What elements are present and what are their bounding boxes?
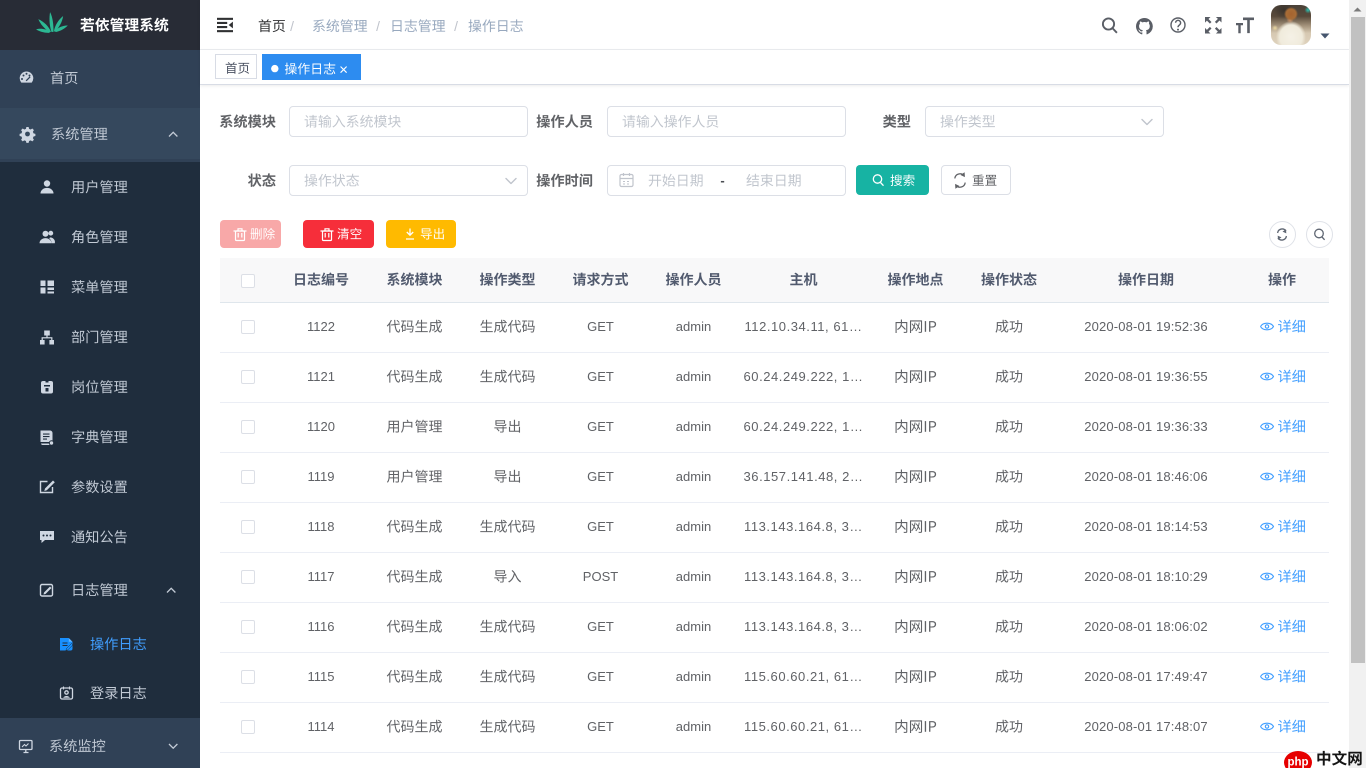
svg-text:GET: GET [587, 669, 614, 684]
svg-text:60.24.249.222, 1…: 60.24.249.222, 1… [744, 369, 864, 384]
svg-text:GET: GET [587, 519, 614, 534]
svg-text:admin: admin [676, 469, 711, 484]
svg-text:2020-08-01 19:36:55: 2020-08-01 19:36:55 [1084, 369, 1208, 384]
svg-text:2020-08-01 17:48:07: 2020-08-01 17:48:07 [1084, 719, 1208, 734]
svg-text:115.60.60.21, 61…: 115.60.60.21, 61… [744, 669, 863, 684]
svg-text:1119: 1119 [308, 469, 335, 484]
svg-text:1122: 1122 [307, 319, 335, 334]
svg-text:php: php [1287, 757, 1308, 768]
svg-text:1117: 1117 [308, 569, 335, 584]
svg-text:2020-08-01 19:52:36: 2020-08-01 19:52:36 [1084, 319, 1208, 334]
svg-text:113.143.164.8, 3…: 113.143.164.8, 3… [744, 519, 863, 534]
svg-text:GET: GET [587, 319, 614, 334]
svg-text:POST: POST [583, 569, 618, 584]
svg-text:admin: admin [676, 669, 711, 684]
svg-text:GET: GET [587, 619, 614, 634]
svg-text:36.157.141.48, 2…: 36.157.141.48, 2… [744, 469, 864, 484]
svg-text:admin: admin [676, 569, 711, 584]
svg-text:113.143.164.8, 3…: 113.143.164.8, 3… [744, 619, 863, 634]
svg-text:admin: admin [676, 719, 711, 734]
svg-text:1116: 1116 [308, 619, 335, 634]
svg-text:2020-08-01 18:06:02: 2020-08-01 18:06:02 [1084, 619, 1208, 634]
svg-text:2020-08-01 18:14:53: 2020-08-01 18:14:53 [1084, 519, 1208, 534]
svg-text:1114: 1114 [308, 719, 335, 734]
svg-text:115.60.60.21, 61…: 115.60.60.21, 61… [744, 719, 863, 734]
svg-text:2020-08-01 19:36:33: 2020-08-01 19:36:33 [1084, 419, 1208, 434]
svg-text:1118: 1118 [308, 519, 335, 534]
svg-text:2020-08-01 18:10:29: 2020-08-01 18:10:29 [1084, 569, 1208, 584]
svg-text:1115: 1115 [308, 669, 335, 684]
svg-text:2020-08-01 18:46:06: 2020-08-01 18:46:06 [1084, 469, 1208, 484]
svg-text:GET: GET [587, 419, 614, 434]
svg-text:admin: admin [676, 369, 711, 384]
svg-text:admin: admin [676, 419, 711, 434]
svg-text:60.24.249.222, 1…: 60.24.249.222, 1… [744, 419, 864, 434]
svg-text:1121: 1121 [307, 369, 335, 384]
svg-text:admin: admin [676, 519, 711, 534]
svg-text:GET: GET [587, 469, 614, 484]
svg-text:2020-08-01 17:49:47: 2020-08-01 17:49:47 [1084, 669, 1208, 684]
svg-text:admin: admin [676, 619, 711, 634]
svg-text:admin: admin [676, 319, 711, 334]
svg-text:113.143.164.8, 3…: 113.143.164.8, 3… [744, 569, 863, 584]
svg-text:1120: 1120 [307, 419, 335, 434]
svg-text:112.10.34.11, 61…: 112.10.34.11, 61… [744, 319, 862, 334]
svg-text:GET: GET [587, 369, 614, 384]
svg-text:GET: GET [587, 719, 614, 734]
